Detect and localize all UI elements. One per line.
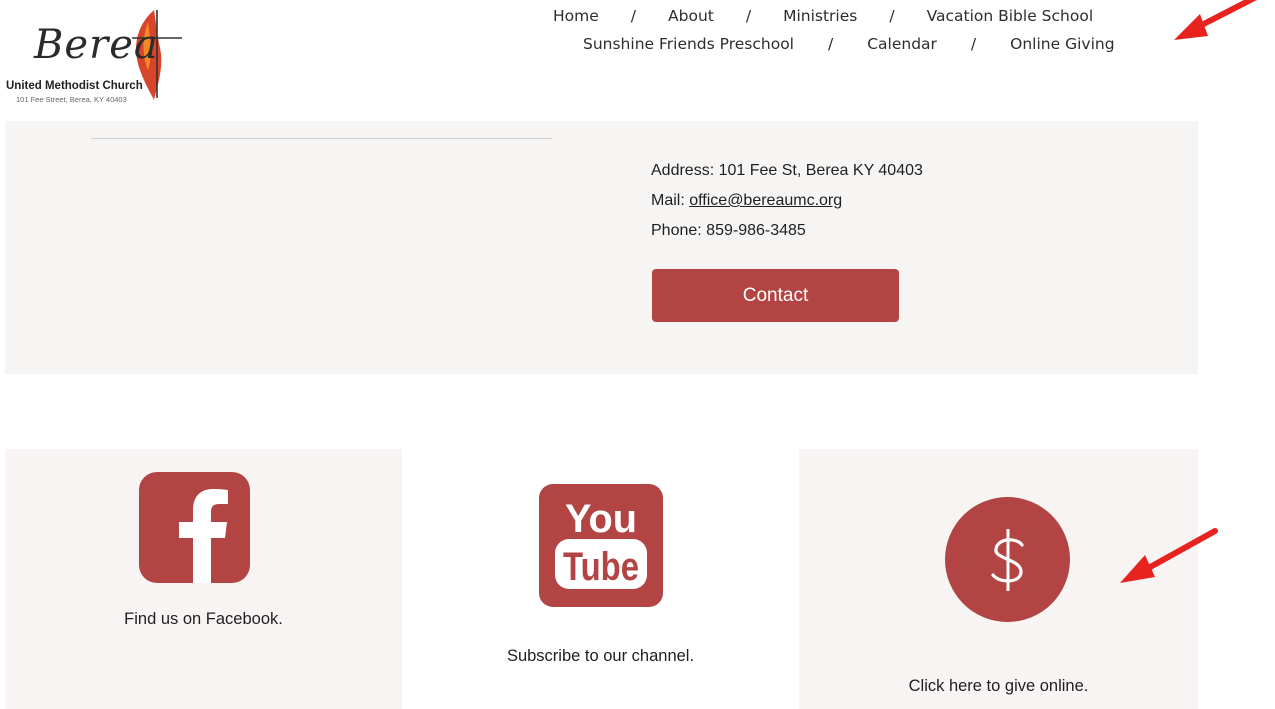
phone-line: Phone: 859-986-3485 bbox=[651, 216, 923, 246]
youtube-caption: Subscribe to our channel. bbox=[506, 647, 695, 665]
nav-separator: / bbox=[745, 7, 752, 25]
nav-home[interactable]: Home bbox=[553, 7, 599, 25]
address-line: Address: 101 Fee St, Berea KY 40403 bbox=[651, 156, 923, 186]
nav-separator: / bbox=[889, 7, 895, 25]
nav-ministries[interactable]: Ministries bbox=[783, 7, 857, 25]
contact-section: Address: 101 Fee St, Berea KY 40403 Mail… bbox=[5, 121, 1198, 374]
logo-church-name: United Methodist Church bbox=[6, 80, 143, 92]
nav-separator: / bbox=[827, 35, 834, 53]
nav-online-giving[interactable]: Online Giving bbox=[1010, 35, 1114, 53]
church-logo[interactable]: Berea United Methodist Church 101 Fee St… bbox=[4, 4, 184, 108]
nav-calendar[interactable]: Calendar bbox=[867, 35, 937, 53]
annotation-arrow-icon bbox=[1120, 528, 1218, 583]
dollar-icon[interactable] bbox=[945, 497, 1070, 622]
mail-line: Mail: office@bereaumc.org bbox=[651, 186, 923, 216]
youtube-card: You Tube Subscribe to our channel. bbox=[402, 449, 799, 709]
facebook-caption: Find us on Facebook. bbox=[124, 610, 283, 628]
facebook-card: Find us on Facebook. bbox=[5, 449, 402, 709]
phone-value: 859-986-3485 bbox=[706, 222, 806, 239]
nav-separator: / bbox=[630, 7, 637, 25]
logo-address: 101 Fee Street, Berea, KY 40403 bbox=[16, 95, 127, 104]
phone-label: Phone: bbox=[651, 222, 702, 239]
address-value: 101 Fee St, Berea KY 40403 bbox=[718, 162, 923, 179]
section-divider bbox=[91, 138, 552, 139]
contact-button[interactable]: Contact bbox=[652, 269, 899, 322]
give-caption: Click here to give online. bbox=[908, 677, 1089, 695]
contact-info: Address: 101 Fee St, Berea KY 40403 Mail… bbox=[651, 156, 923, 246]
main-nav-row-2: Sunshine Friends Preschool / Calendar / … bbox=[583, 35, 1115, 53]
facebook-icon[interactable] bbox=[139, 472, 250, 583]
main-nav-row-1: Home / About / Ministries / Vacation Bib… bbox=[553, 7, 1093, 25]
youtube-icon[interactable]: You Tube bbox=[539, 484, 663, 607]
nav-sunshine-friends-preschool[interactable]: Sunshine Friends Preschool bbox=[583, 35, 794, 53]
logo-script-text: Berea bbox=[34, 22, 159, 68]
nav-about[interactable]: About bbox=[668, 7, 714, 25]
mail-label: Mail: bbox=[651, 192, 685, 209]
svg-text:You: You bbox=[565, 497, 637, 541]
mail-link[interactable]: office@bereaumc.org bbox=[689, 192, 842, 209]
nav-vacation-bible-school[interactable]: Vacation Bible School bbox=[927, 7, 1094, 25]
nav-separator: / bbox=[970, 35, 977, 53]
address-label: Address: bbox=[651, 162, 715, 179]
annotation-arrow-icon bbox=[1174, 0, 1257, 40]
svg-text:Tube: Tube bbox=[563, 545, 639, 589]
